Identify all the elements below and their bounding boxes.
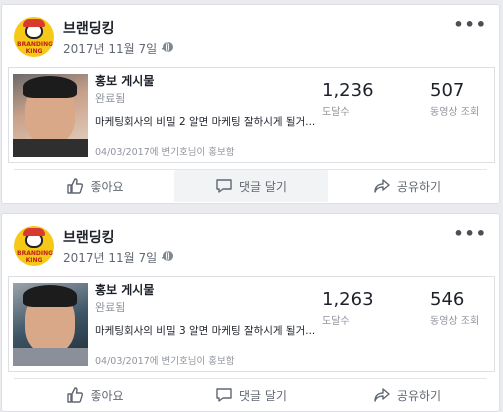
- action-bar: 좋아요 댓글 달기 공유하기: [14, 170, 489, 202]
- share-button[interactable]: 공유하기: [330, 379, 484, 411]
- comment-label: 댓글 달기: [239, 179, 287, 194]
- reach-label: 도달수: [322, 107, 350, 118]
- thumbs-up-icon: [67, 387, 84, 403]
- globe-icon: [163, 251, 173, 261]
- page-avatar[interactable]: BRANDING KING: [14, 17, 54, 57]
- reach-stat: 1,236 도달수: [322, 80, 374, 118]
- video-views-value: 546: [430, 289, 465, 310]
- comment-button[interactable]: 댓글 달기: [174, 379, 328, 411]
- video-thumbnail[interactable]: [13, 283, 88, 366]
- action-bar: 좋아요 댓글 달기 공유하기: [14, 379, 489, 411]
- share-arrow-icon: [374, 388, 390, 402]
- comment-button[interactable]: 댓글 달기: [174, 170, 328, 202]
- share-arrow-icon: [374, 179, 390, 193]
- post-card: BRANDING KING 브랜딩킹 2017년 11월 7일 · ••• 홍보…: [1, 213, 500, 412]
- comment-label: 댓글 달기: [239, 388, 287, 403]
- video-views-label: 동영상 조회: [430, 316, 480, 327]
- share-button[interactable]: 공유하기: [330, 170, 484, 202]
- post-card: BRANDING KING 브랜딩킹 2017년 11월 7일 · ••• 홍보…: [1, 4, 500, 204]
- mascot-face-icon: [23, 19, 45, 39]
- avatar-logo-text: BRANDING KING: [17, 250, 54, 264]
- promo-caption: 마케팅회사의 비밀 3 알면 마케팅 잘하시게 될거...: [95, 325, 316, 337]
- page-name-link[interactable]: 브랜딩킹: [63, 227, 115, 247]
- like-button[interactable]: 좋아요: [18, 379, 172, 411]
- promoted-post-summary[interactable]: 홍보 게시물 완료됨 마케팅회사의 비밀 2 알면 마케팅 잘하시게 될거...…: [8, 67, 495, 163]
- video-views-label: 동영상 조회: [430, 107, 480, 118]
- promo-footer: 04/03/2017에 변기호님이 홍보함: [95, 147, 235, 158]
- promo-title: 홍보 게시물: [95, 283, 155, 297]
- page-avatar[interactable]: BRANDING KING: [14, 226, 54, 266]
- speech-bubble-icon: [216, 388, 232, 402]
- promo-caption: 마케팅회사의 비밀 2 알면 마케팅 잘하시게 될거...: [95, 116, 316, 128]
- globe-icon: [163, 42, 173, 52]
- reach-value: 1,263: [322, 289, 374, 310]
- like-label: 좋아요: [90, 388, 124, 403]
- video-views-stat: 546 동영상 조회: [430, 289, 479, 327]
- more-options-button[interactable]: •••: [453, 224, 487, 243]
- thumbs-up-icon: [67, 178, 84, 194]
- video-views-stat: 507 동영상 조회: [430, 80, 479, 118]
- page-name-link[interactable]: 브랜딩킹: [63, 18, 115, 38]
- video-thumbnail[interactable]: [13, 74, 88, 157]
- post-date[interactable]: 2017년 11월 7일 ·: [63, 249, 165, 266]
- post-date[interactable]: 2017년 11월 7일 ·: [63, 40, 165, 57]
- mascot-face-icon: [23, 228, 45, 248]
- promo-status: 완료됨: [95, 301, 126, 314]
- reach-label: 도달수: [322, 316, 350, 327]
- promoted-post-summary[interactable]: 홍보 게시물 완료됨 마케팅회사의 비밀 3 알면 마케팅 잘하시게 될거...…: [8, 276, 495, 372]
- promo-footer: 04/03/2017에 변기호님이 홍보함: [95, 356, 235, 367]
- reach-stat: 1,263 도달수: [322, 289, 374, 327]
- promo-title: 홍보 게시물: [95, 74, 155, 88]
- avatar-logo-text: BRANDING KING: [17, 41, 54, 55]
- reach-value: 1,236: [322, 80, 374, 101]
- share-label: 공유하기: [396, 179, 442, 194]
- like-label: 좋아요: [90, 179, 124, 194]
- video-views-value: 507: [430, 80, 465, 101]
- share-label: 공유하기: [396, 388, 442, 403]
- like-button[interactable]: 좋아요: [18, 170, 172, 202]
- speech-bubble-icon: [216, 179, 232, 193]
- more-options-button[interactable]: •••: [453, 15, 487, 34]
- promo-status: 완료됨: [95, 92, 126, 105]
